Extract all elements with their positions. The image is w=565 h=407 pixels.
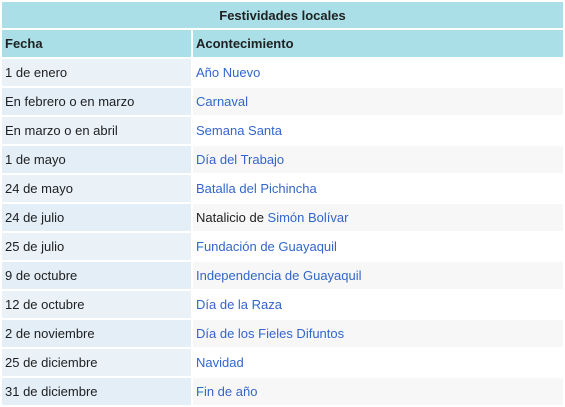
table-row: 24 de julio Natalicio de Simón Bolívar (2, 204, 563, 231)
table-row: 2 de noviembre Día de los Fieles Difunto… (2, 320, 563, 347)
table-caption: Festividades locales (2, 2, 563, 28)
date-cell: 9 de octubre (2, 262, 191, 289)
column-header-date: Fecha (2, 30, 191, 57)
event-cell: Día de la Raza (193, 291, 563, 318)
table-body: 1 de enero Año Nuevo En febrero o en mar… (2, 59, 563, 405)
event-link[interactable]: Fundación de Guayaquil (196, 239, 337, 254)
event-link[interactable]: Carnaval (196, 94, 248, 109)
date-cell: 31 de diciembre (2, 378, 191, 405)
event-cell: Día de los Fieles Difuntos (193, 320, 563, 347)
table-row: En marzo o en abril Semana Santa (2, 117, 563, 144)
table-row: 25 de diciembre Navidad (2, 349, 563, 376)
table-row: 9 de octubre Independencia de Guayaquil (2, 262, 563, 289)
event-cell: Batalla del Pichincha (193, 175, 563, 202)
event-cell: Navidad (193, 349, 563, 376)
date-cell: En febrero o en marzo (2, 88, 191, 115)
event-link[interactable]: Navidad (196, 355, 244, 370)
table-row: 1 de mayo Día del Trabajo (2, 146, 563, 173)
event-prefix: Natalicio de (196, 210, 268, 225)
event-cell: Independencia de Guayaquil (193, 262, 563, 289)
event-link[interactable]: Independencia de Guayaquil (196, 268, 362, 283)
event-cell: Día del Trabajo (193, 146, 563, 173)
event-cell: Semana Santa (193, 117, 563, 144)
header-row: Fecha Acontecimiento (2, 30, 563, 57)
date-cell: 24 de julio (2, 204, 191, 231)
date-cell: 25 de julio (2, 233, 191, 260)
event-link[interactable]: Fin de año (196, 384, 257, 399)
event-cell: Fundación de Guayaquil (193, 233, 563, 260)
event-cell: Natalicio de Simón Bolívar (193, 204, 563, 231)
table-row: En febrero o en marzo Carnaval (2, 88, 563, 115)
date-cell: 12 de octubre (2, 291, 191, 318)
date-cell: 1 de enero (2, 59, 191, 86)
event-link[interactable]: Día de la Raza (196, 297, 282, 312)
date-cell: 24 de mayo (2, 175, 191, 202)
date-cell: 25 de diciembre (2, 349, 191, 376)
event-cell: Fin de año (193, 378, 563, 405)
table-row: 1 de enero Año Nuevo (2, 59, 563, 86)
event-link[interactable]: Día del Trabajo (196, 152, 284, 167)
date-cell: 2 de noviembre (2, 320, 191, 347)
event-link[interactable]: Batalla del Pichincha (196, 181, 317, 196)
table-row: 31 de diciembre Fin de año (2, 378, 563, 405)
table-row: 24 de mayo Batalla del Pichincha (2, 175, 563, 202)
event-link[interactable]: Simón Bolívar (268, 210, 349, 225)
column-header-event: Acontecimiento (193, 30, 563, 57)
event-cell: Carnaval (193, 88, 563, 115)
event-link[interactable]: Día de los Fieles Difuntos (196, 326, 344, 341)
caption-row: Festividades locales (2, 2, 563, 28)
holidays-table: Festividades locales Fecha Acontecimient… (0, 0, 565, 407)
date-cell: 1 de mayo (2, 146, 191, 173)
table-row: 25 de julio Fundación de Guayaquil (2, 233, 563, 260)
event-cell: Año Nuevo (193, 59, 563, 86)
event-link[interactable]: Año Nuevo (196, 65, 260, 80)
table-row: 12 de octubre Día de la Raza (2, 291, 563, 318)
date-cell: En marzo o en abril (2, 117, 191, 144)
event-link[interactable]: Semana Santa (196, 123, 282, 138)
